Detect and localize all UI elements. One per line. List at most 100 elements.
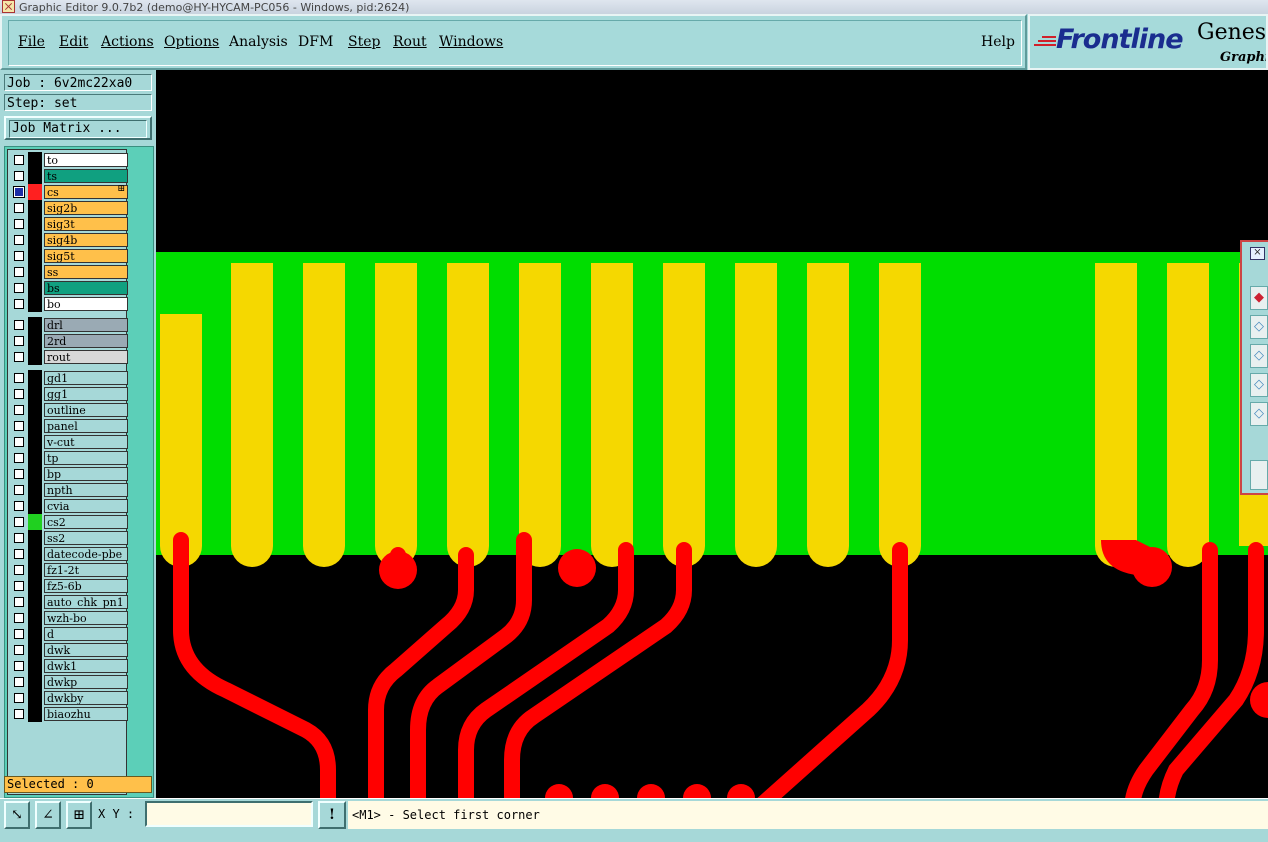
dialog-option-icon[interactable]: ◇ bbox=[1250, 402, 1268, 426]
layer-row[interactable]: rout bbox=[10, 349, 128, 365]
job-matrix-button[interactable]: Job Matrix ... bbox=[4, 116, 152, 140]
graphics-canvas[interactable] bbox=[156, 70, 1268, 798]
layer-row[interactable]: cs ⊞ bbox=[10, 184, 128, 200]
layer-name[interactable]: datecode-pbe bbox=[44, 547, 128, 561]
layer-color-swatch[interactable] bbox=[28, 546, 42, 562]
layer-checkbox[interactable] bbox=[14, 693, 24, 703]
layer-color-swatch[interactable] bbox=[28, 317, 42, 333]
layer-row[interactable]: ss bbox=[10, 264, 128, 280]
layer-name[interactable]: bp bbox=[44, 467, 128, 481]
layer-color-swatch[interactable] bbox=[28, 349, 42, 365]
layer-checkbox[interactable] bbox=[14, 709, 24, 719]
layer-row[interactable]: 2rd bbox=[10, 333, 128, 349]
layer-checkbox[interactable] bbox=[14, 581, 24, 591]
layer-checkbox[interactable] bbox=[14, 352, 24, 362]
layer-row[interactable]: biaozhu bbox=[10, 706, 128, 722]
layer-checkbox[interactable] bbox=[14, 565, 24, 575]
menu-file[interactable]: File bbox=[18, 34, 45, 50]
layer-row[interactable]: dwkp bbox=[10, 674, 128, 690]
layer-name[interactable]: bs bbox=[44, 281, 128, 295]
layer-checkbox[interactable] bbox=[14, 677, 24, 687]
layer-checkbox[interactable] bbox=[14, 501, 24, 511]
layer-name[interactable]: cs bbox=[44, 185, 128, 199]
layer-color-swatch[interactable] bbox=[28, 466, 42, 482]
layer-color-swatch[interactable] bbox=[28, 626, 42, 642]
layer-name[interactable]: d bbox=[44, 627, 128, 641]
layer-row[interactable]: ss2 bbox=[10, 530, 128, 546]
layer-row[interactable]: gd1 bbox=[10, 370, 128, 386]
layer-color-swatch[interactable] bbox=[28, 232, 42, 248]
layer-name[interactable]: dwkby bbox=[44, 691, 128, 705]
menu-dfm[interactable]: DFM bbox=[298, 34, 333, 50]
layer-color-swatch[interactable] bbox=[28, 674, 42, 690]
layer-color-swatch[interactable] bbox=[28, 402, 42, 418]
layer-name[interactable]: cs2 bbox=[44, 515, 128, 529]
measure-icon[interactable]: ∠ bbox=[35, 801, 61, 829]
layer-name[interactable]: dwk1 bbox=[44, 659, 128, 673]
layer-checkbox[interactable] bbox=[14, 251, 24, 261]
layer-color-swatch[interactable] bbox=[28, 578, 42, 594]
layer-row[interactable]: fz5-6b bbox=[10, 578, 128, 594]
layer-name[interactable]: tp bbox=[44, 451, 128, 465]
layer-color-swatch[interactable] bbox=[28, 642, 42, 658]
dialog-close-icon[interactable]: × bbox=[1250, 247, 1265, 260]
layer-color-swatch[interactable] bbox=[28, 386, 42, 402]
menu-edit[interactable]: Edit bbox=[59, 34, 88, 50]
menu-analysis[interactable]: Analysis bbox=[229, 34, 288, 50]
layer-color-swatch[interactable] bbox=[28, 594, 42, 610]
layer-row[interactable]: fz1-2t bbox=[10, 562, 128, 578]
xy-input[interactable] bbox=[145, 801, 313, 827]
layer-color-swatch[interactable] bbox=[28, 482, 42, 498]
layer-color-swatch[interactable] bbox=[28, 333, 42, 349]
layer-color-swatch[interactable] bbox=[28, 216, 42, 232]
layer-row[interactable]: sig3t bbox=[10, 216, 128, 232]
layer-checkbox[interactable] bbox=[14, 405, 24, 415]
layer-color-swatch[interactable] bbox=[28, 264, 42, 280]
layer-row[interactable]: dwk1 bbox=[10, 658, 128, 674]
layer-color-swatch[interactable] bbox=[28, 280, 42, 296]
layer-row[interactable]: drl bbox=[10, 317, 128, 333]
layer-name[interactable]: drl bbox=[44, 318, 128, 332]
layer-checkbox[interactable] bbox=[14, 155, 24, 165]
layer-row[interactable]: d bbox=[10, 626, 128, 642]
layer-checkbox[interactable] bbox=[14, 235, 24, 245]
layer-name[interactable]: fz5-6b bbox=[44, 579, 128, 593]
layer-name[interactable]: to bbox=[44, 153, 128, 167]
layer-name[interactable]: gd1 bbox=[44, 371, 128, 385]
layer-color-swatch[interactable] bbox=[28, 152, 42, 168]
layer-name[interactable]: biaozhu bbox=[44, 707, 128, 721]
layer-checkbox[interactable] bbox=[14, 469, 24, 479]
menu-actions[interactable]: Actions bbox=[101, 34, 154, 50]
layer-checkbox[interactable] bbox=[14, 389, 24, 399]
layer-checkbox[interactable] bbox=[14, 613, 24, 623]
layer-checkbox[interactable] bbox=[14, 373, 24, 383]
layer-row[interactable]: v-cut bbox=[10, 434, 128, 450]
layer-row[interactable]: sig5t bbox=[10, 248, 128, 264]
layer-name[interactable]: sig5t bbox=[44, 249, 128, 263]
layer-color-swatch[interactable] bbox=[28, 514, 42, 530]
layer-color-swatch[interactable] bbox=[28, 296, 42, 312]
layer-name[interactable]: ss bbox=[44, 265, 128, 279]
layer-checkbox[interactable] bbox=[14, 171, 24, 181]
layer-name[interactable]: cvia bbox=[44, 499, 128, 513]
layer-name[interactable]: panel bbox=[44, 419, 128, 433]
layer-row[interactable]: dwkby bbox=[10, 690, 128, 706]
menu-options[interactable]: Options bbox=[164, 34, 219, 50]
layer-color-swatch[interactable] bbox=[28, 658, 42, 674]
layer-row[interactable]: ts bbox=[10, 168, 128, 184]
layer-checkbox[interactable] bbox=[14, 320, 24, 330]
layer-checkbox[interactable] bbox=[14, 533, 24, 543]
layer-name[interactable]: sig2b bbox=[44, 201, 128, 215]
layer-name[interactable]: bo bbox=[44, 297, 128, 311]
warning-icon[interactable]: ! bbox=[318, 801, 346, 829]
layer-color-swatch[interactable] bbox=[28, 184, 42, 200]
layer-color-swatch[interactable] bbox=[28, 248, 42, 264]
layer-row[interactable]: bo bbox=[10, 296, 128, 312]
menu-rout[interactable]: Rout bbox=[393, 34, 427, 50]
layer-row[interactable]: bs bbox=[10, 280, 128, 296]
layer-color-swatch[interactable] bbox=[28, 450, 42, 466]
layer-row[interactable]: datecode-pbe bbox=[10, 546, 128, 562]
dialog-button[interactable] bbox=[1250, 460, 1268, 490]
layer-name[interactable]: dwkp bbox=[44, 675, 128, 689]
layer-checkbox[interactable] bbox=[14, 283, 24, 293]
